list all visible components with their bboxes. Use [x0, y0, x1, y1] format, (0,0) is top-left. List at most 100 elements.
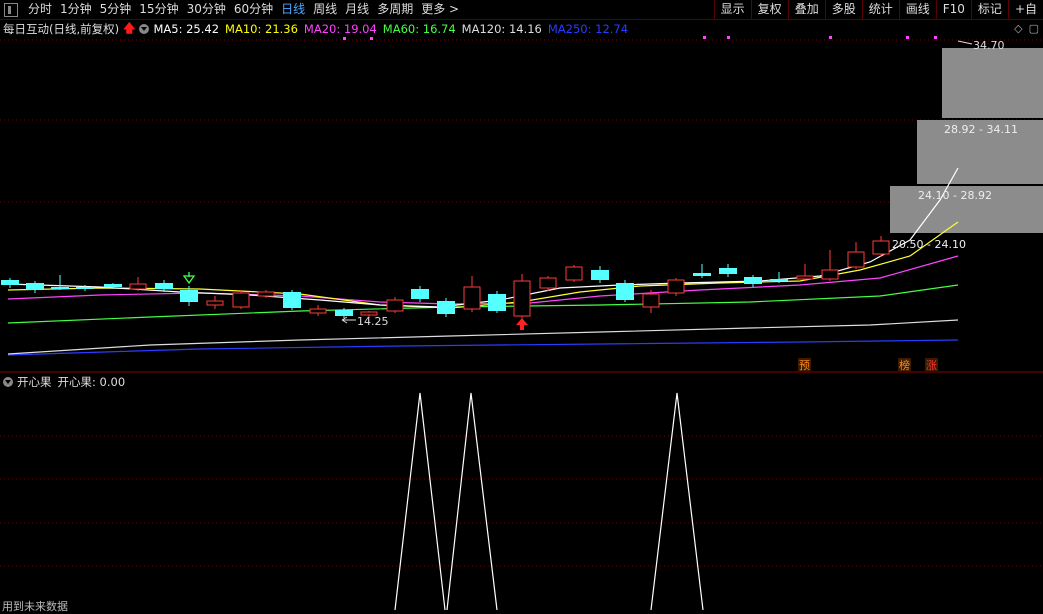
tab-period[interactable]: 日线 [277, 0, 309, 19]
candle-body [309, 308, 327, 314]
volume-profile-bar [942, 48, 1043, 118]
ma120-line [7, 319, 959, 355]
signal-dot [370, 37, 373, 40]
future-data-note: 用到未来数据 [2, 600, 68, 613]
signal-dot [703, 36, 706, 39]
ma10-line [7, 221, 959, 309]
signal-dot [906, 36, 909, 39]
kline-chart[interactable]: 14.25 34.70 28.92 - 34.11 24.10 - 28.92 20.5… [0, 0, 1043, 610]
signal-dot [934, 36, 937, 39]
sub-indicator-header: 开心果 开心果: 0.00 [3, 374, 125, 390]
low-price-label: 14.25 [357, 315, 389, 328]
marker-label: 涨 [926, 359, 937, 372]
chart-info-bar: 每日互动(日线,前复权) 🡅 MA5: 25.42 MA10: 21.36 MA20… [0, 21, 634, 37]
candle-body [770, 279, 788, 281]
candle-body [26, 283, 44, 290]
tab-period[interactable]: 5分钟 [96, 0, 136, 19]
candle-body [667, 279, 685, 294]
tab-period[interactable]: 分时 [24, 0, 56, 19]
volume-profile-label: 24.10 - 28.92 [918, 189, 992, 202]
up-arrow-icon: 🡅 [123, 20, 136, 35]
indicator-value: 开心果: 0.00 [57, 375, 126, 389]
ma-value: MA250: 12.74 [547, 22, 629, 36]
candle-body [591, 270, 609, 280]
diamond-icon[interactable]: ◇ [1014, 22, 1022, 35]
ma5-line [7, 167, 959, 308]
candle-body [180, 290, 198, 302]
window-icon[interactable]: ▢ [1029, 22, 1039, 35]
up-arrow-icon [520, 324, 524, 330]
signal-dot [343, 37, 346, 40]
candle-body [155, 283, 173, 289]
toolbar-button[interactable]: 显示 [713, 0, 751, 19]
toolbar-button[interactable]: F10 [935, 0, 971, 19]
ma-values: MA5: 25.42 MA10: 21.36 MA20: 19.04 MA60: 16… [153, 22, 634, 36]
toolbar-button[interactable]: 统计 [861, 0, 899, 19]
candle-body [513, 280, 531, 317]
candle-body [463, 286, 481, 310]
candle-body [335, 310, 353, 316]
up-arrow-icon [516, 318, 528, 325]
candle-body [642, 293, 660, 308]
signal-dot [727, 36, 730, 39]
marker-label: 预 [799, 359, 810, 372]
toolbar-button[interactable]: 标记 [970, 0, 1008, 19]
volume-profile-label: 28.92 - 34.11 [944, 123, 1018, 136]
candle-body [1, 280, 19, 285]
candle-body [872, 240, 890, 255]
candle-body [719, 268, 737, 274]
down-arrow-icon [182, 275, 196, 285]
chart-corner-icons: ◇ ▢ [1014, 22, 1039, 35]
period-toolbar: 分时 1分钟 5分钟 15分钟 30分钟 60分钟 日线 周线 月线 多周期 更多 > 显示 复权 叠加… [0, 0, 1043, 20]
high-price-label: 34.70 [973, 39, 1005, 52]
tab-period[interactable]: 60分钟 [230, 0, 277, 19]
candle-body [539, 277, 557, 289]
tab-period[interactable]: 15分钟 [135, 0, 182, 19]
candle-body [437, 301, 455, 314]
tab-period[interactable]: 周线 [309, 0, 341, 19]
candle-body [386, 299, 404, 312]
candle-body [206, 300, 224, 306]
indicator-peak [394, 392, 446, 610]
toolbar-button[interactable]: 多股 [824, 0, 862, 19]
candle-body [847, 251, 865, 268]
tab-period[interactable]: 1分钟 [56, 0, 96, 19]
ma250-line [7, 339, 959, 356]
toolbar-button[interactable]: 复权 [750, 0, 788, 19]
tab-period[interactable]: 更多 > [417, 0, 463, 19]
toolbar-button[interactable]: +自 [1007, 0, 1043, 19]
candle-body [796, 275, 814, 280]
signal-dot [829, 36, 832, 39]
ma-value: MA5: 25.42 [153, 22, 220, 36]
candle-body [51, 287, 69, 289]
tab-period[interactable]: 月线 [341, 0, 373, 19]
marker-label: 榜 [899, 358, 910, 372]
indicator-name: 开心果 [17, 375, 52, 389]
indicator-peak [650, 392, 704, 610]
tab-period[interactable]: 多周期 [373, 0, 417, 19]
ma-value: MA20: 19.04 [303, 22, 377, 36]
tab-period[interactable]: 30分钟 [183, 0, 230, 19]
candle-body [104, 284, 122, 287]
candle-body [693, 273, 711, 276]
candle-body [821, 269, 839, 280]
panel-toggle-icon[interactable] [4, 2, 18, 17]
candle-body [76, 287, 94, 289]
ma20-line [7, 255, 959, 305]
stock-title: 每日互动(日线,前复权) [3, 22, 120, 36]
indicator-settings-icon[interactable] [3, 377, 13, 387]
toolbar-button[interactable]: 画线 [898, 0, 936, 19]
candle-body [744, 277, 762, 284]
toolbar-button[interactable]: 叠加 [787, 0, 825, 19]
candle-body [565, 266, 583, 281]
ma-value: MA120: 14.16 [461, 22, 542, 36]
candle-body [283, 292, 301, 308]
high-price-pointer [957, 40, 973, 45]
candle-body [129, 283, 147, 290]
candle-body [257, 291, 275, 297]
volume-profile-label: 20.50 - 24.10 [892, 238, 966, 251]
candle-body [232, 292, 250, 308]
candle-body [411, 289, 429, 299]
candle-body [616, 283, 634, 300]
ma-settings-icon[interactable] [139, 24, 150, 34]
